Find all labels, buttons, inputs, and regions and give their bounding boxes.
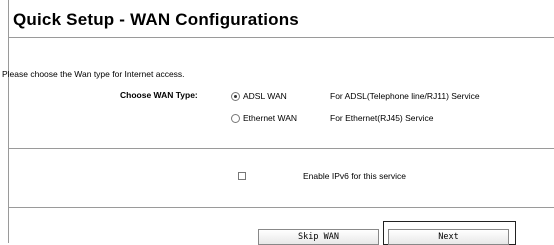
- adsl-wan-radio[interactable]: [231, 91, 240, 101]
- title-bar: Quick Setup - WAN Configurations: [9, 0, 554, 38]
- page-title: Quick Setup - WAN Configurations: [13, 10, 299, 29]
- adsl-wan-description: For ADSL(Telephone line/RJ11) Service: [330, 91, 480, 101]
- divider: [8, 148, 554, 149]
- wan-type-label: Choose WAN Type:: [120, 90, 198, 100]
- enable-ipv6-checkbox[interactable]: [238, 172, 246, 180]
- divider: [8, 207, 554, 208]
- adsl-wan-option[interactable]: ADSL WAN: [231, 89, 287, 103]
- adsl-wan-label: ADSL WAN: [243, 91, 287, 101]
- ethernet-wan-option[interactable]: Ethernet WAN: [231, 111, 297, 125]
- ethernet-wan-description: For Ethernet(RJ45) Service: [330, 113, 434, 123]
- ethernet-wan-radio[interactable]: [231, 113, 240, 123]
- intro-text: Please choose the Wan type for Internet …: [2, 69, 185, 79]
- enable-ipv6-label: Enable IPv6 for this service: [303, 171, 406, 181]
- ethernet-wan-label: Ethernet WAN: [243, 113, 298, 123]
